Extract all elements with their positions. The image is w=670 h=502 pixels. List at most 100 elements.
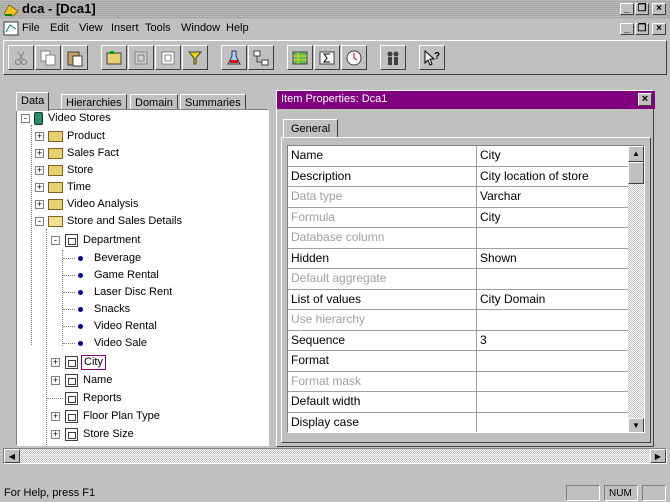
menu-file[interactable]: File xyxy=(22,22,40,34)
tree-label: Video Sale xyxy=(94,337,148,349)
property-row[interactable]: Hidden Shown xyxy=(288,248,630,269)
horizontal-scrollbar[interactable]: ◀ ▶ xyxy=(3,448,667,464)
scroll-up-icon[interactable]: ▲ xyxy=(628,146,644,162)
scroll-thumb[interactable] xyxy=(628,162,644,184)
tree-label: Laser Disc Rent xyxy=(94,286,173,298)
property-value[interactable]: Varchar xyxy=(480,189,521,203)
menu-help[interactable]: Help xyxy=(226,22,249,34)
property-value[interactable]: City location of store xyxy=(480,169,589,183)
status-panel-blank xyxy=(566,485,600,501)
property-scrollbar[interactable]: ▲ ▼ xyxy=(628,146,644,432)
toolbar: ? xyxy=(3,40,667,75)
menu-insert[interactable]: Insert xyxy=(111,22,139,34)
tree-label: Snacks xyxy=(94,303,131,315)
cut-icon[interactable] xyxy=(8,45,34,70)
property-name: Default width xyxy=(291,394,361,408)
properties-title-bar[interactable]: Item Properties: Dca1 × xyxy=(277,91,655,109)
minimize-button[interactable]: _ xyxy=(620,3,634,15)
scroll-down-icon[interactable]: ▼ xyxy=(628,418,644,432)
tree-view[interactable]: - Video Stores + Product + Sales Fact + … xyxy=(16,109,269,446)
property-row[interactable]: Data type Varchar xyxy=(288,187,630,208)
property-row[interactable]: Name City xyxy=(288,146,630,167)
item-icon xyxy=(65,392,78,405)
menu-tools[interactable]: Tools xyxy=(145,22,171,34)
close-icon[interactable]: × xyxy=(638,93,652,106)
property-row[interactable]: Format mask xyxy=(288,371,630,392)
mdi-minimize-button[interactable]: _ xyxy=(620,23,634,35)
tree-label: Product xyxy=(67,130,105,142)
mdi-restore-button[interactable]: ❐ xyxy=(635,23,649,35)
tab-general[interactable]: General xyxy=(283,119,339,138)
property-value[interactable]: City xyxy=(480,210,501,224)
mdi-close-button[interactable]: × xyxy=(652,23,666,35)
property-row[interactable]: Formula City xyxy=(288,207,630,228)
flask-icon[interactable] xyxy=(221,45,247,70)
property-value[interactable]: Shown xyxy=(480,251,517,265)
property-row[interactable]: Default width xyxy=(288,392,630,413)
users-icon[interactable] xyxy=(380,45,406,70)
sum-icon[interactable] xyxy=(314,45,340,70)
folder-icon xyxy=(48,199,63,210)
item-icon[interactable] xyxy=(155,45,181,70)
property-row[interactable]: Sequence 3 xyxy=(288,330,630,351)
window-title: dca - [Dca1] xyxy=(22,1,96,16)
property-name: Use hierarchy xyxy=(291,312,366,326)
scroll-right-icon[interactable]: ▶ xyxy=(650,449,666,463)
svg-text:?: ? xyxy=(434,51,440,62)
tree-root-label: Video Stores xyxy=(48,112,111,124)
clock-icon[interactable] xyxy=(341,45,367,70)
paste-icon[interactable] xyxy=(62,45,88,70)
menu-edit[interactable]: Edit xyxy=(50,22,69,34)
folder-icon xyxy=(48,182,63,193)
hierarchy-icon[interactable] xyxy=(248,45,274,70)
scroll-left-icon[interactable]: ◀ xyxy=(4,449,20,463)
property-name: Default aggregate xyxy=(291,271,387,285)
property-name: List of values xyxy=(291,291,362,306)
tab-data[interactable]: Data xyxy=(16,92,50,111)
table-icon[interactable] xyxy=(287,45,313,70)
property-name: Sequence xyxy=(291,332,346,347)
help-cursor-icon[interactable]: ? xyxy=(419,45,445,70)
property-name: Database column xyxy=(291,230,385,244)
property-row[interactable]: List of values City Domain xyxy=(288,289,630,310)
item-properties-panel: Item Properties: Dca1 × General Name City… xyxy=(276,90,655,447)
menu-view[interactable]: View xyxy=(79,22,103,34)
property-row[interactable]: Description City location of store xyxy=(288,166,630,187)
property-row[interactable]: Format xyxy=(288,351,630,372)
bullet-icon xyxy=(78,307,83,312)
app-icon[interactable] xyxy=(3,2,19,17)
property-name: Description xyxy=(291,168,352,183)
data-panel: Data Hierarchies Domain Summaries - Vide… xyxy=(14,92,274,447)
menu-window[interactable]: Window xyxy=(181,22,220,34)
tree-label: Video Rental xyxy=(94,320,157,332)
property-value[interactable]: City xyxy=(480,148,501,162)
folder-icon xyxy=(48,148,63,159)
database-icon xyxy=(34,112,43,125)
title-bar[interactable]: dca - [Dca1] _ ❐ × xyxy=(0,0,670,19)
copy-icon[interactable] xyxy=(35,45,61,70)
document-icon[interactable] xyxy=(3,21,19,36)
item-icon xyxy=(65,234,78,247)
item-icon xyxy=(65,356,78,369)
num-lock-indicator: NUM xyxy=(604,485,638,501)
bullet-icon xyxy=(78,290,83,295)
property-row[interactable]: Database column xyxy=(288,228,630,249)
tree-label: Video Analysis xyxy=(67,198,139,210)
property-grid[interactable]: Name City Description City location of sto… xyxy=(287,145,645,433)
new-folder-icon[interactable] xyxy=(101,45,127,70)
new-item-icon[interactable] xyxy=(128,45,154,70)
property-value[interactable]: 3 xyxy=(480,333,487,347)
status-text: For Help, press F1 xyxy=(4,487,96,499)
filter-icon[interactable] xyxy=(182,45,208,70)
bullet-icon xyxy=(78,256,83,261)
close-button[interactable]: × xyxy=(652,3,666,15)
property-row[interactable]: Default aggregate xyxy=(288,269,630,290)
status-bar: For Help, press F1 NUM xyxy=(0,482,670,502)
property-row[interactable]: Use hierarchy xyxy=(288,310,630,331)
property-row[interactable]: Display case xyxy=(288,412,630,432)
restore-button[interactable]: ❐ xyxy=(635,3,649,15)
property-name: Format xyxy=(291,353,330,367)
tree-label: Reports xyxy=(83,392,122,404)
property-name: Data type xyxy=(291,189,343,203)
property-value[interactable]: City Domain xyxy=(480,292,545,306)
